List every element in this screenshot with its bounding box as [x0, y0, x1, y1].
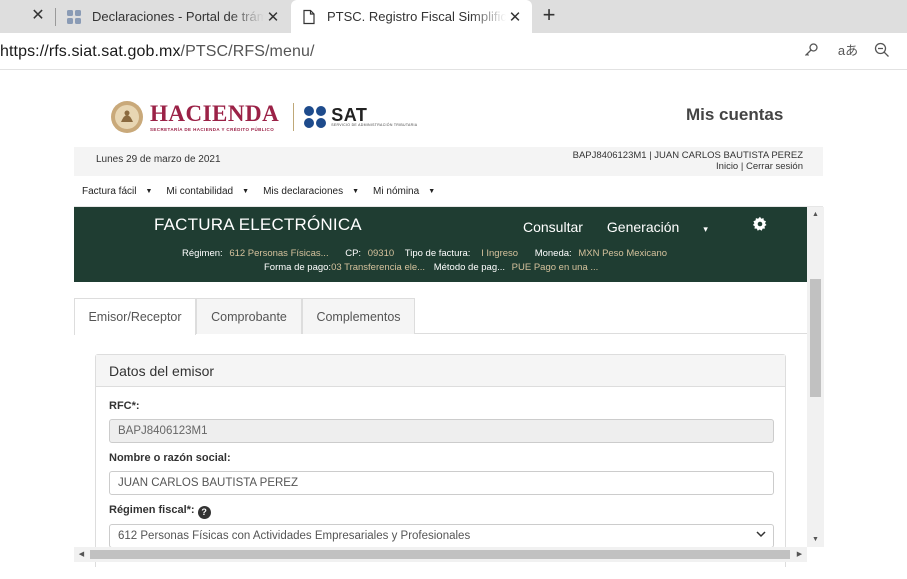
scroll-thumb[interactable] [90, 550, 790, 559]
factura-title: FACTURA ELECTRÓNICA [154, 215, 362, 234]
scroll-up-icon[interactable]: ▲ [807, 207, 824, 222]
help-icon[interactable]: ? [197, 506, 211, 519]
tab-title: PTSC. Registro Fiscal Simplificado [327, 9, 506, 24]
menu-mi-nomina[interactable]: Mi nómina ▼ [373, 186, 435, 197]
scroll-thumb[interactable] [810, 279, 821, 397]
tab-emisor-receptor[interactable]: Emisor/Receptor [74, 298, 196, 335]
tipo-factura-value: I Ingreso [481, 248, 519, 259]
session-links: Inicio | Cerrar sesión [573, 161, 803, 172]
generacion-label: Generación [606, 218, 680, 235]
forma-pago-value: 03 Transferencia ele... [331, 262, 426, 273]
new-tab-icon[interactable]: + [537, 4, 561, 28]
panel-heading: Datos del emisor [96, 355, 785, 387]
tab-close-icon[interactable]: ✕ [264, 8, 282, 26]
sat-title: SAT [331, 105, 368, 125]
factura-header: FACTURA ELECTRÓNICA Consultar Generación… [74, 207, 807, 282]
consultar-link[interactable]: Consultar [523, 219, 583, 235]
tipo-factura-key: Tipo de factura: [404, 248, 471, 259]
link-separator: | [738, 161, 746, 172]
regimen-key: Régimen: [182, 248, 223, 259]
menu-label: Mi nómina [373, 185, 420, 197]
hacienda-logo[interactable]: HACIENDA SECRETARÍA DE HACIENDA Y CRÉDIT… [150, 100, 280, 132]
inicio-link[interactable]: Inicio [716, 161, 738, 172]
caret-down-icon: ▼ [428, 187, 436, 195]
factura-frame: FACTURA ELECTRÓNICA Consultar Generación… [74, 207, 824, 567]
read-aloud-icon[interactable]: aあ [837, 42, 859, 60]
hacienda-seal-icon [111, 101, 143, 133]
menu-mis-declaraciones[interactable]: Mis declaraciones ▼ [263, 186, 359, 197]
rfc-label: RFC*: [109, 400, 140, 412]
cerrar-sesion-link[interactable]: Cerrar sesión [746, 161, 803, 172]
hacienda-title: HACIENDA [150, 100, 280, 126]
datos-emisor-panel: Datos del emisor RFC*: BAPJ8406123M1 Nom… [95, 354, 786, 567]
cp-value: 09310 [367, 248, 395, 259]
caret-down-icon: ▾ [703, 223, 708, 234]
session-info-bar: Lunes 29 de marzo de 2021 BAPJ8406123M1 … [74, 147, 823, 176]
page-favicon-icon [303, 9, 315, 24]
user-rfc-name: BAPJ8406123M1 | JUAN CARLOS BAUTISTA PER… [572, 150, 803, 161]
user-info: BAPJ8406123M1 | JUAN CARLOS BAUTISTA PER… [573, 150, 803, 172]
regimen-value: 612 Personas Físicas... [229, 248, 329, 259]
regimen-fiscal-value: 612 Personas Físicas con Actividades Emp… [118, 530, 471, 542]
sat-logo[interactable]: SAT SERVICIO DE ADMINISTRACIÓN TRIBUTARI… [327, 105, 418, 127]
current-date: Lunes 29 de marzo de 2021 [96, 154, 221, 165]
url-path: /PTSC/RFS/menu/ [180, 43, 315, 60]
form-tabs: Emisor/Receptor Comprobante Complementos [74, 298, 807, 335]
regimen-fiscal-label: Régimen fiscal*:? [109, 504, 211, 519]
horizontal-scrollbar[interactable]: ◀ ▶ [74, 547, 807, 562]
moneda-value: MXN Peso Mexicano [578, 248, 668, 259]
browser-tab-declaraciones[interactable]: Declaraciones - Portal de trámites ✕ [56, 0, 290, 33]
address-bar[interactable]: https://rfs.siat.sat.gob.mx/PTSC/RFS/men… [0, 33, 907, 70]
sat-logo-icon [304, 106, 327, 128]
main-menu: Factura fácil ▼ Mi contabilidad ▼ Mis decl… [74, 176, 823, 207]
chevron-down-icon [755, 528, 767, 543]
browser-tab-ptsc[interactable]: PTSC. Registro Fiscal Simplificado ✕ [291, 0, 532, 33]
url-text[interactable]: https://rfs.siat.sat.gob.mx/PTSC/RFS/men… [0, 43, 315, 61]
key-icon[interactable] [802, 42, 820, 60]
regimen-fiscal-text: Régimen fiscal*: [109, 504, 195, 516]
brand-logos: HACIENDA SECRETARÍA DE HACIENDA Y CRÉDIT… [110, 97, 417, 137]
browser-tab-bar: ✕ Declaraciones - Portal de trámites ✕ P… [0, 0, 907, 33]
url-host: https://rfs.siat.sat.gob.mx [0, 43, 181, 60]
cp-key: CP: [345, 248, 362, 259]
menu-label: Factura fácil [82, 185, 137, 197]
nombre-label: Nombre o razón social: [109, 452, 231, 464]
tab-title: Declaraciones - Portal de trámites [92, 9, 264, 24]
portal-favicon-icon [67, 9, 81, 24]
gear-icon[interactable] [752, 216, 768, 237]
sat-subtitle: SERVICIO DE ADMINISTRACIÓN TRIBUTARIA [331, 123, 418, 127]
metodo-pago-key: Método de pag... [433, 262, 506, 273]
caret-down-icon: ▼ [242, 187, 250, 195]
scroll-down-icon[interactable]: ▼ [807, 532, 824, 547]
forma-pago-key: Forma de pago: [264, 262, 332, 273]
tab-close-icon[interactable]: ✕ [28, 6, 48, 26]
tab-close-icon[interactable]: ✕ [506, 8, 524, 26]
nombre-field[interactable]: JUAN CARLOS BAUTISTA PEREZ [109, 471, 774, 495]
factura-nav: Consultar Generación ▾ [523, 216, 792, 237]
metodo-pago-value: PUE Pago en una ... [511, 262, 599, 273]
factura-summary-row-1: Régimen: 612 Personas Físicas... CP: 093… [182, 248, 667, 259]
menu-label: Mis declaraciones [263, 185, 344, 197]
generacion-dropdown[interactable]: Generación ▾ [607, 219, 732, 235]
zoom-out-icon[interactable] [873, 42, 891, 60]
menu-label: Mi contabilidad [166, 185, 234, 197]
menu-factura-facil[interactable]: Factura fácil ▼ [82, 186, 152, 197]
moneda-key: Moneda: [534, 248, 572, 259]
hacienda-subtitle: SECRETARÍA DE HACIENDA Y CRÉDITO PÚBLICO [150, 126, 275, 132]
factura-summary-row-2: Forma de pago:03 Transferencia ele... Mé… [264, 262, 598, 273]
tab-complementos[interactable]: Complementos [302, 298, 415, 334]
regimen-fiscal-select[interactable]: 612 Personas Físicas con Actividades Emp… [109, 524, 774, 548]
brand-divider [293, 103, 295, 131]
menu-mi-contabilidad[interactable]: Mi contabilidad ▼ [166, 186, 249, 197]
caret-down-icon: ▼ [352, 187, 360, 195]
mis-cuentas-heading: Mis cuentas [686, 105, 784, 124]
rfc-field[interactable]: BAPJ8406123M1 [109, 419, 774, 443]
scroll-right-icon[interactable]: ▶ [792, 547, 807, 562]
caret-down-icon: ▼ [145, 187, 153, 195]
page-content: HACIENDA SECRETARÍA DE HACIENDA Y CRÉDIT… [0, 71, 907, 579]
scroll-left-icon[interactable]: ◀ [74, 547, 89, 562]
vertical-scrollbar[interactable]: ▲ ▼ [807, 207, 824, 547]
tab-comprobante[interactable]: Comprobante [196, 298, 302, 334]
